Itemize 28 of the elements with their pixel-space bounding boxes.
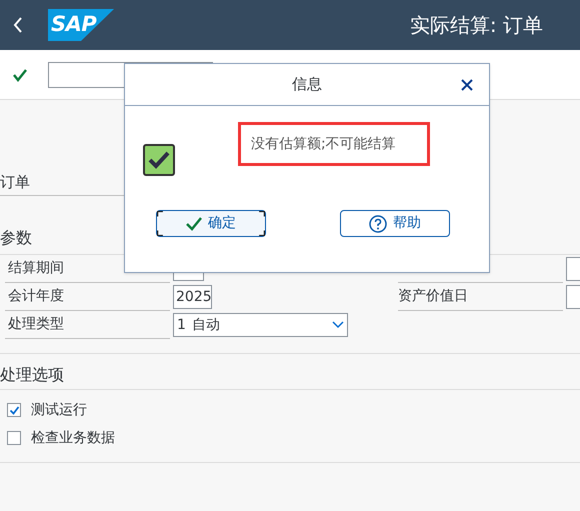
dialog-title: 信息 bbox=[292, 74, 322, 96]
check-icon[interactable] bbox=[12, 66, 28, 82]
input-field[interactable] bbox=[566, 285, 580, 309]
checkbox-label: 测试运行 bbox=[31, 400, 87, 420]
help-button[interactable]: 帮助 bbox=[340, 210, 450, 237]
section-title: 参数 bbox=[0, 227, 32, 249]
checkbox[interactable] bbox=[7, 403, 21, 417]
field-label: 会计年度 bbox=[8, 287, 64, 306]
input-field[interactable]: 2025 bbox=[173, 285, 212, 309]
field-label: 资产价值日 bbox=[398, 287, 468, 306]
success-icon bbox=[143, 144, 175, 176]
order-label: 订单 bbox=[0, 172, 30, 194]
input-field[interactable] bbox=[566, 257, 580, 281]
dialog-message: 没有估算额;不可能结算 bbox=[251, 134, 396, 154]
check-icon bbox=[186, 216, 202, 230]
page-title: 实际结算: 订单 bbox=[410, 12, 543, 39]
chevron-down-icon bbox=[332, 321, 344, 329]
section-title: 处理选项 bbox=[0, 364, 64, 386]
dropdown-field[interactable]: 1 自动 bbox=[173, 313, 348, 337]
checkbox-label: 检查业务数据 bbox=[31, 428, 115, 448]
sap-logo: SAP bbox=[48, 9, 114, 41]
ok-button[interactable]: 确定 bbox=[156, 210, 266, 237]
back-icon[interactable] bbox=[12, 16, 24, 34]
checkbox[interactable] bbox=[7, 431, 21, 445]
field-label: 结算期间 bbox=[8, 259, 64, 278]
close-icon[interactable] bbox=[461, 78, 473, 90]
help-icon bbox=[369, 214, 387, 232]
field-label: 处理类型 bbox=[8, 315, 64, 334]
